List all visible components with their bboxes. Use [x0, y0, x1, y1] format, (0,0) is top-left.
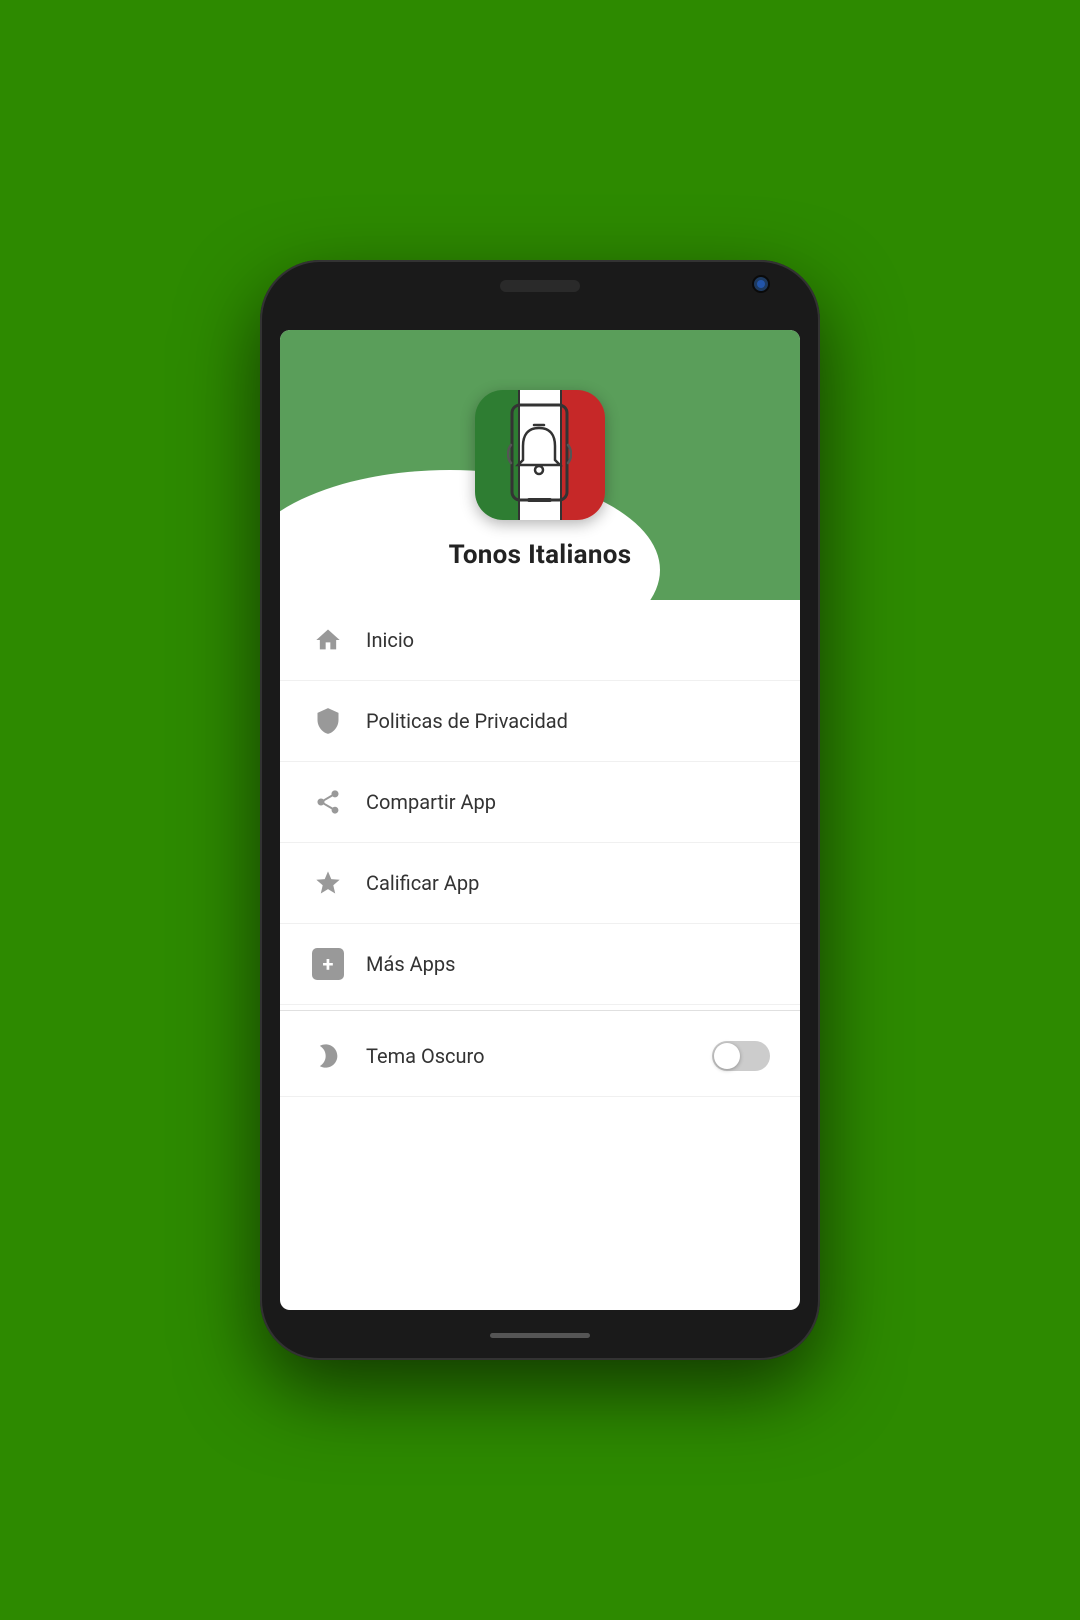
menu-divider [280, 1010, 800, 1011]
menu-item-tema-oscuro[interactable]: Tema Oscuro [280, 1016, 800, 1097]
moon-icon [310, 1038, 346, 1074]
menu-item-mas-apps[interactable]: + Más Apps [280, 924, 800, 1005]
home-icon [310, 622, 346, 658]
menu-item-compartir[interactable]: Compartir App [280, 762, 800, 843]
icon-flag-white [518, 390, 561, 520]
menu-label-mas-apps: Más Apps [366, 952, 770, 976]
toggle-knob [714, 1043, 740, 1069]
phone-bell-svg [507, 400, 572, 510]
menu-item-calificar[interactable]: Calificar App [280, 843, 800, 924]
home-indicator [490, 1333, 590, 1338]
menu-item-inicio[interactable]: Inicio [280, 600, 800, 681]
menu-label-compartir: Compartir App [366, 790, 770, 814]
share-icon [310, 784, 346, 820]
icon-phone-shape [505, 390, 575, 520]
plus-icon-box: + [312, 948, 344, 980]
menu-label-inicio: Inicio [366, 628, 770, 652]
phone-screen: Tonos Italianos Inicio [280, 330, 800, 1310]
screen-content: Tonos Italianos Inicio [280, 330, 800, 1310]
phone-device: Tonos Italianos Inicio [260, 260, 820, 1360]
shield-icon [310, 703, 346, 739]
menu-label-privacidad: Politicas de Privacidad [366, 709, 770, 733]
phone-top-bar [260, 260, 820, 330]
star-icon [310, 865, 346, 901]
camera [752, 275, 770, 293]
menu-label-tema-oscuro: Tema Oscuro [366, 1044, 712, 1068]
app-title: Tonos Italianos [449, 540, 632, 570]
plus-icon: + [310, 946, 346, 982]
menu-item-privacidad[interactable]: Politicas de Privacidad [280, 681, 800, 762]
menu-list: Inicio Politicas de Privacidad [280, 600, 800, 1310]
menu-label-calificar: Calificar App [366, 871, 770, 895]
phone-bottom [260, 1310, 820, 1360]
app-icon [475, 390, 605, 520]
tema-oscuro-toggle[interactable] [712, 1041, 770, 1071]
speaker [500, 280, 580, 292]
